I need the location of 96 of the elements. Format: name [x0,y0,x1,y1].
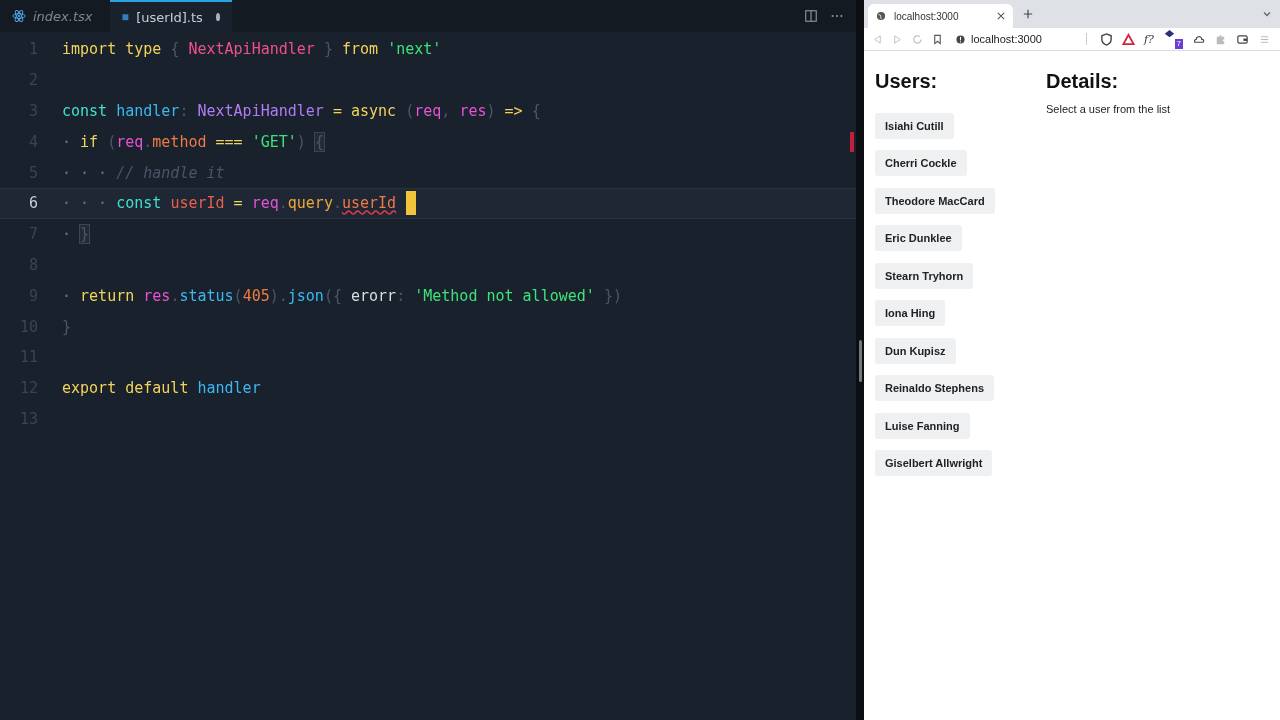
code-token: = [233,194,244,213]
code-token: // handle it [116,163,225,182]
code-token: 'next' [387,40,442,59]
code-token: . [278,286,288,305]
users-heading: Users: [875,69,938,94]
code-token: NextApiHandler [197,102,325,120]
code-token: import [62,40,118,59]
chevron-down-icon[interactable] [1262,9,1272,19]
code-token: json [287,286,324,305]
user-button[interactable]: Cherri Cockle [875,150,967,176]
split-editor-icon[interactable] [804,9,818,23]
code-token: handler [116,102,180,120]
user-button[interactable]: Iona Hing [875,300,946,326]
user-button[interactable]: Luise Fanning [875,412,970,439]
user-button[interactable]: Eric Dunklee [875,225,962,251]
line-number: 6 [27,194,39,213]
code-token: : [179,102,190,120]
browser-tab[interactable]: localhost:3000 [868,4,1013,28]
tab-title: localhost:3000 [894,10,960,22]
code-token: query [287,194,333,213]
code-token: default [125,379,190,398]
code-token: ( [233,286,243,305]
code-token: handler [197,379,261,398]
details-placeholder-text: Select a user from the list [1046,103,1171,115]
code-token: ) [296,132,307,151]
code-token: === [215,132,244,151]
whitespace-dots: · [62,286,73,305]
code-token: ) [486,102,497,120]
whitespace-dots: · [62,132,73,151]
whitespace-dots: · [62,225,73,244]
whitespace-dots: · · · [62,163,109,182]
code-token: ( [107,132,117,151]
code-token: . [170,286,180,305]
code-token: = [332,102,343,120]
code-token: userId [341,194,397,213]
user-button[interactable]: Dun Kupisz [875,337,956,364]
code-token: 405 [242,286,270,305]
globe-icon [876,11,886,21]
scrollbar-thumb[interactable] [859,340,862,382]
code-token: ( [405,102,415,120]
code-token: ) [269,286,279,305]
code-token: res [143,286,171,305]
code-token: res [459,102,487,120]
code-token: req [116,132,144,151]
code-token: async [351,102,398,120]
code-token: . [332,194,342,213]
code-token: } [62,317,72,336]
error-marker [850,132,854,152]
user-button[interactable]: Isiahi Cutill [875,112,954,139]
user-button[interactable]: Stearn Tryhorn [875,262,974,289]
code-token: from [341,40,380,59]
function-extension-icon[interactable]: f? [1144,32,1154,46]
code-token: userId [170,194,226,213]
code-token: type [125,40,163,59]
react-file-icon [12,9,26,23]
new-tab-icon[interactable] [1023,9,1033,19]
code-token: 'GET' [251,132,297,151]
code-token: } [323,40,334,59]
code-token: }) [603,286,622,305]
code-token: const [116,194,163,213]
triangle-icon[interactable] [1122,32,1135,46]
address-bar[interactable]: localhost:3000 [952,33,1087,45]
code-token: { [531,102,541,120]
code-token: if [80,132,100,151]
code-token: : [396,286,407,305]
code-token: } [80,225,90,244]
code-token: method [152,132,208,151]
code-token: 'Method not allowed' [414,286,596,305]
code-token: req [414,102,442,120]
info-icon [956,34,965,44]
bookmark-icon[interactable] [932,33,943,45]
code-token: req [251,194,279,213]
editor-tab[interactable]: index.tsx [0,0,110,32]
user-button[interactable]: Giselbert Allwright [875,450,993,476]
details-heading: Details: [1046,69,1120,94]
code-token: NextApiHandler [188,40,316,59]
shield-icon[interactable] [1100,32,1113,46]
editor-tab[interactable]: [userId].ts [110,0,232,32]
code-token: ({ [323,286,343,305]
code-token: status [179,286,234,305]
code-token: { [170,40,181,59]
user-button[interactable]: Reinaldo Stephens [875,375,995,401]
code-token: const [62,102,109,120]
code-token: , [441,102,452,120]
code-token: erorr [351,286,397,305]
code-token: => [504,102,524,120]
wallet-icon[interactable] [1235,32,1249,46]
code-token: { [314,132,324,151]
code-token: return [80,286,136,305]
whitespace-dots: · · · [62,194,109,213]
close-tab-icon[interactable] [997,12,1005,20]
code-token: export [62,379,118,398]
user-button[interactable]: Theodore MacCard [875,187,995,214]
code-token: . [278,194,288,213]
extension-badge: 7 [1174,39,1183,49]
code-token: . [143,132,153,151]
